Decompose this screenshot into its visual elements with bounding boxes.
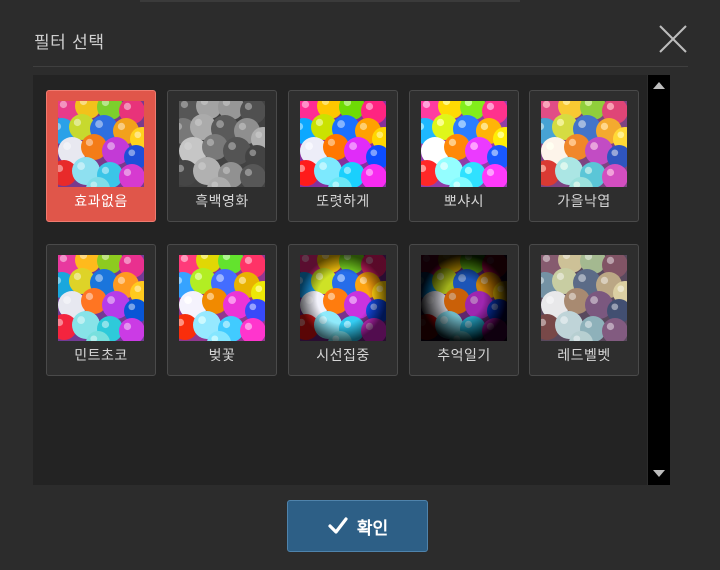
- filter-label: 추억일기: [437, 348, 491, 364]
- confirm-label: 확인: [356, 518, 389, 539]
- confirm-button[interactable]: 확인: [287, 500, 428, 552]
- filter-thumbnail: [421, 101, 507, 187]
- filter-tile-bw-movie[interactable]: 흑백영화: [167, 90, 277, 222]
- filter-tile-none[interactable]: 효과없음: [46, 90, 156, 222]
- filter-thumbnail: [421, 255, 507, 341]
- filter-label: 민트초코: [74, 348, 128, 364]
- filter-label: 벚꽃: [208, 348, 236, 364]
- filter-label: 가을낙엽: [557, 194, 611, 210]
- filter-thumbnail: [541, 255, 627, 341]
- vertical-scrollbar[interactable]: [648, 75, 670, 485]
- close-icon[interactable]: [656, 22, 690, 56]
- filter-label: 레드벨벳: [557, 348, 611, 364]
- filter-tile-vivid[interactable]: 또렷하게: [288, 90, 398, 222]
- filter-thumbnail: [58, 255, 144, 341]
- filter-thumbnail: [300, 101, 386, 187]
- filter-tile-autumn-leaves[interactable]: 가을낙엽: [529, 90, 639, 222]
- top-edge-line: [140, 0, 520, 2]
- filter-thumbnail: [179, 101, 265, 187]
- filter-tile-cherry-blossom[interactable]: 벚꽃: [167, 244, 277, 376]
- filter-tile-red-velvet[interactable]: 레드벨벳: [529, 244, 639, 376]
- filter-label: 시선집중: [316, 348, 370, 364]
- title-divider: [33, 66, 688, 67]
- filter-tile-soft-bright[interactable]: 뽀샤시: [409, 90, 519, 222]
- filter-tile-mint-choco[interactable]: 민트초코: [46, 244, 156, 376]
- filter-label: 흑백영화: [195, 194, 249, 210]
- dialog-title: 필터 선택: [34, 33, 105, 53]
- checkmark-icon: [328, 517, 348, 534]
- filter-tile-focus[interactable]: 시선집중: [288, 244, 398, 376]
- filter-thumbnail: [300, 255, 386, 341]
- filter-label: 뽀샤시: [443, 194, 485, 210]
- filter-tile-memory-diary[interactable]: 추억일기: [409, 244, 519, 376]
- filter-label: 효과없음: [74, 194, 128, 210]
- filter-label: 또렷하게: [316, 194, 370, 210]
- scroll-down-arrow-icon[interactable]: [653, 470, 665, 477]
- filter-thumbnail: [58, 101, 144, 187]
- scroll-up-arrow-icon[interactable]: [653, 82, 665, 89]
- filter-dialog: 필터 선택 효과없음 흑백영화 또렷하게 뽀샤시 가을낙엽 민트초코 벚꽃 시선…: [0, 0, 720, 570]
- filter-thumbnail: [541, 101, 627, 187]
- filter-thumbnail: [179, 255, 265, 341]
